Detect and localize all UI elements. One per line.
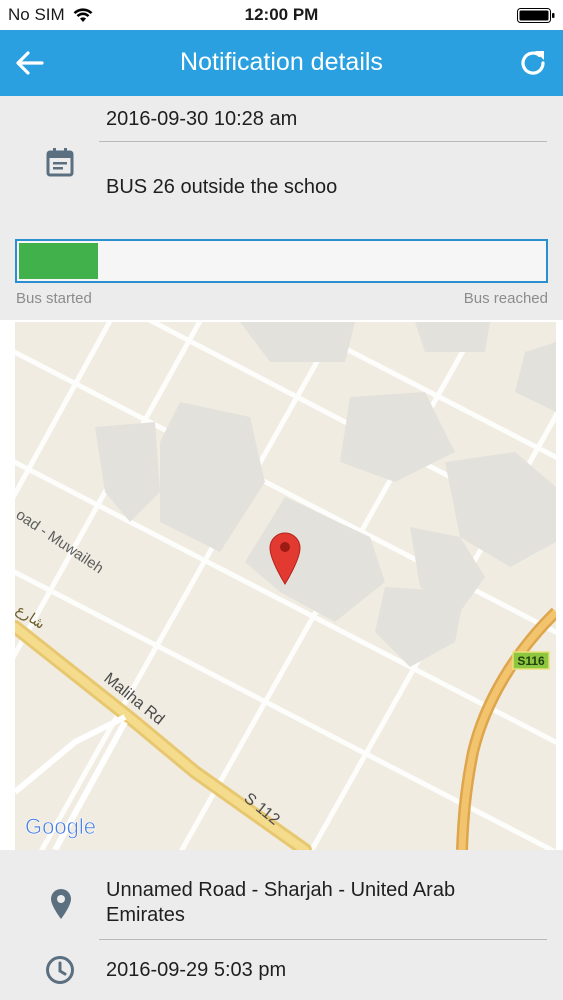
location-info: Unnamed Road - Sharjah - United Arab Emi… xyxy=(0,864,563,1000)
progress-fill xyxy=(19,243,98,279)
progress-end-label: Bus reached xyxy=(463,290,548,307)
location-time: 2016-09-29 5:03 pm xyxy=(106,959,287,981)
map-canvas: oad - Muwaileh شارع Maliha Rd S 112 S116… xyxy=(15,322,556,850)
location-pin-icon xyxy=(51,889,71,919)
divider xyxy=(99,939,547,940)
spacer xyxy=(0,850,563,864)
progress-start-label: Bus started xyxy=(16,290,92,307)
refresh-icon[interactable] xyxy=(515,46,551,80)
google-logo: Google xyxy=(25,814,96,839)
trip-progress: Bus started Bus reached xyxy=(0,232,563,320)
page-title: Notification details xyxy=(180,48,383,76)
clock-icon xyxy=(46,956,74,984)
notification-info: 2016-09-30 10:28 am BUS 26 outside the s… xyxy=(0,96,563,232)
status-time: 12:00 PM xyxy=(244,5,319,24)
status-bar: No SIM 12:00 PM xyxy=(0,0,563,30)
map-view[interactable]: oad - Muwaileh شارع Maliha Rd S 112 S116… xyxy=(15,322,556,850)
calendar-icon xyxy=(46,148,74,177)
progress-bar xyxy=(15,239,548,283)
battery-icon xyxy=(517,8,555,23)
notification-message: BUS 26 outside the schoo xyxy=(106,176,338,198)
route-badge-label: S116 xyxy=(517,654,545,668)
divider xyxy=(99,141,547,142)
notification-datetime: 2016-09-30 10:28 am xyxy=(106,108,298,130)
nav-bar: Notification details xyxy=(0,30,563,96)
location-address: Unnamed Road - Sharjah - United Arab Emi… xyxy=(106,879,456,926)
